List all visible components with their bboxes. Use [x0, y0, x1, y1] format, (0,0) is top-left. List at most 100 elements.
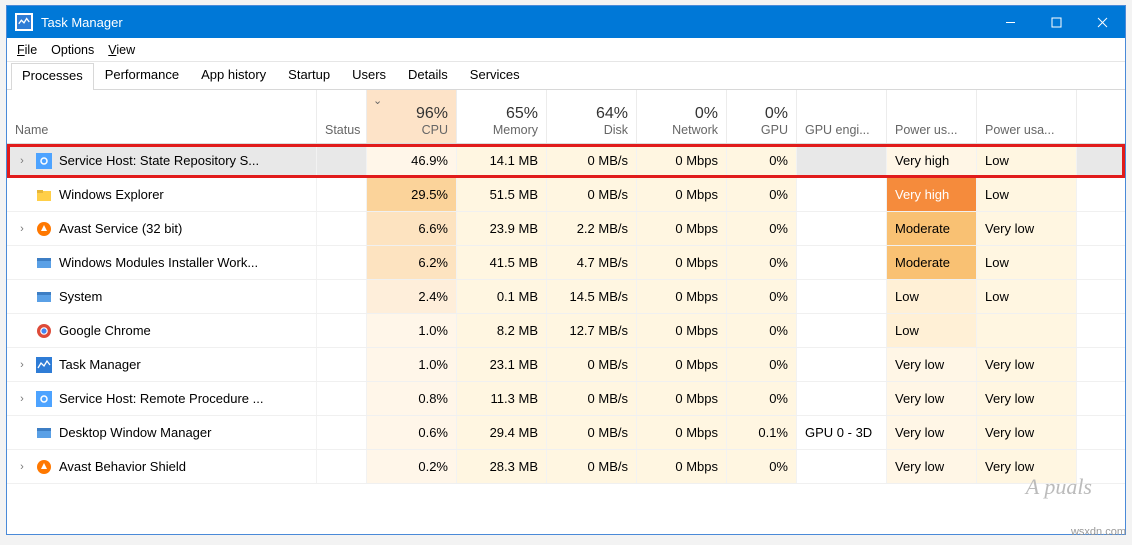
- header-status[interactable]: Status: [317, 90, 367, 143]
- process-grid: Name Status ⌄ 96% CPU 65%Memory 64%Disk …: [7, 90, 1125, 534]
- header-cpu[interactable]: ⌄ 96% CPU: [367, 90, 457, 143]
- cell-cpu: 1.0%: [367, 348, 457, 381]
- cell-gpu-engine: [797, 212, 887, 245]
- close-button[interactable]: [1079, 6, 1125, 38]
- cell-gpu: 0%: [727, 314, 797, 347]
- cell-cpu: 0.8%: [367, 382, 457, 415]
- cell-status: [317, 348, 367, 381]
- cell-power-usage: Low: [887, 280, 977, 313]
- table-row[interactable]: System2.4%0.1 MB14.5 MB/s0 Mbps0%LowLow: [7, 280, 1125, 314]
- table-row[interactable]: Windows Modules Installer Work...6.2%41.…: [7, 246, 1125, 280]
- cell-power-usage: Very low: [887, 450, 977, 483]
- cell-gpu-engine: [797, 450, 887, 483]
- process-rows[interactable]: ›Service Host: State Repository S...46.9…: [7, 144, 1125, 534]
- cell-power-usage: Moderate: [887, 246, 977, 279]
- titlebar[interactable]: Task Manager: [7, 6, 1125, 38]
- cell-memory: 29.4 MB: [457, 416, 547, 449]
- cell-status: [317, 314, 367, 347]
- cell-gpu: 0%: [727, 382, 797, 415]
- cell-power-usage: Moderate: [887, 212, 977, 245]
- process-icon: [35, 152, 53, 170]
- header-gpu[interactable]: 0%GPU: [727, 90, 797, 143]
- cell-power-trend: Very low: [977, 450, 1077, 483]
- sort-indicator-icon: ⌄: [373, 94, 382, 107]
- cell-gpu: 0%: [727, 212, 797, 245]
- cell-status: [317, 178, 367, 211]
- process-icon: [35, 356, 53, 374]
- cell-disk: 14.5 MB/s: [547, 280, 637, 313]
- cell-gpu: 0%: [727, 348, 797, 381]
- table-row[interactable]: Google Chrome1.0%8.2 MB12.7 MB/s0 Mbps0%…: [7, 314, 1125, 348]
- menu-file[interactable]: File: [17, 43, 37, 57]
- expand-icon[interactable]: ›: [15, 223, 29, 235]
- expand-icon[interactable]: ›: [15, 393, 29, 405]
- tab-app-history[interactable]: App history: [190, 62, 277, 89]
- header-disk[interactable]: 64%Disk: [547, 90, 637, 143]
- process-name: Task Manager: [59, 357, 141, 372]
- process-name: Windows Explorer: [59, 187, 164, 202]
- cell-gpu-engine: [797, 144, 887, 177]
- expand-icon[interactable]: ›: [15, 359, 29, 371]
- cell-memory: 23.1 MB: [457, 348, 547, 381]
- cell-name: Google Chrome: [7, 314, 317, 347]
- cell-gpu-engine: [797, 314, 887, 347]
- window-controls: [987, 6, 1125, 38]
- cell-power-trend: Very low: [977, 212, 1077, 245]
- cell-power-trend: Very low: [977, 348, 1077, 381]
- process-name: Service Host: State Repository S...: [59, 153, 259, 168]
- header-power-usage[interactable]: Power us...: [887, 90, 977, 143]
- table-row[interactable]: ›Service Host: State Repository S...46.9…: [7, 144, 1125, 178]
- cell-network: 0 Mbps: [637, 348, 727, 381]
- header-name[interactable]: Name: [7, 90, 317, 143]
- cell-disk: 12.7 MB/s: [547, 314, 637, 347]
- expand-icon[interactable]: ›: [15, 461, 29, 473]
- cell-status: [317, 246, 367, 279]
- cell-cpu: 6.6%: [367, 212, 457, 245]
- tab-services[interactable]: Services: [459, 62, 531, 89]
- cell-memory: 41.5 MB: [457, 246, 547, 279]
- cell-gpu: 0%: [727, 246, 797, 279]
- cell-name: Windows Modules Installer Work...: [7, 246, 317, 279]
- tab-details[interactable]: Details: [397, 62, 459, 89]
- header-power-usage-trend[interactable]: Power usa...: [977, 90, 1077, 143]
- cell-power-trend: Very low: [977, 416, 1077, 449]
- cell-memory: 11.3 MB: [457, 382, 547, 415]
- cell-cpu: 29.5%: [367, 178, 457, 211]
- process-icon: [35, 220, 53, 238]
- cell-gpu-engine: [797, 178, 887, 211]
- table-row[interactable]: Windows Explorer29.5%51.5 MB0 MB/s0 Mbps…: [7, 178, 1125, 212]
- tab-startup[interactable]: Startup: [277, 62, 341, 89]
- header-memory[interactable]: 65%Memory: [457, 90, 547, 143]
- cell-memory: 28.3 MB: [457, 450, 547, 483]
- cell-name: System: [7, 280, 317, 313]
- cell-disk: 0 MB/s: [547, 416, 637, 449]
- cell-network: 0 Mbps: [637, 314, 727, 347]
- cell-power-trend: Low: [977, 144, 1077, 177]
- header-gpu-engine[interactable]: GPU engi...: [797, 90, 887, 143]
- minimize-button[interactable]: [987, 6, 1033, 38]
- tab-processes[interactable]: Processes: [11, 63, 94, 90]
- expand-icon[interactable]: ›: [15, 155, 29, 167]
- cell-name: ›Service Host: Remote Procedure ...: [7, 382, 317, 415]
- cell-status: [317, 280, 367, 313]
- process-name: Google Chrome: [59, 323, 151, 338]
- menu-options[interactable]: Options: [51, 43, 94, 57]
- maximize-button[interactable]: [1033, 6, 1079, 38]
- table-row[interactable]: ›Avast Behavior Shield0.2%28.3 MB0 MB/s0…: [7, 450, 1125, 484]
- cell-gpu-engine: [797, 246, 887, 279]
- menu-view[interactable]: View: [108, 43, 135, 57]
- table-row[interactable]: ›Service Host: Remote Procedure ... 0.8%1…: [7, 382, 1125, 416]
- cell-memory: 51.5 MB: [457, 178, 547, 211]
- tab-users[interactable]: Users: [341, 62, 397, 89]
- cell-power-usage: Very high: [887, 178, 977, 211]
- cell-network: 0 Mbps: [637, 280, 727, 313]
- column-headers: Name Status ⌄ 96% CPU 65%Memory 64%Disk …: [7, 90, 1125, 144]
- cell-status: [317, 416, 367, 449]
- cell-power-usage: Very low: [887, 382, 977, 415]
- header-network[interactable]: 0%Network: [637, 90, 727, 143]
- table-row[interactable]: ›Avast Service (32 bit)6.6%23.9 MB2.2 MB…: [7, 212, 1125, 246]
- process-icon: [35, 288, 53, 306]
- table-row[interactable]: Desktop Window Manager0.6%29.4 MB0 MB/s0…: [7, 416, 1125, 450]
- tab-performance[interactable]: Performance: [94, 62, 190, 89]
- table-row[interactable]: ›Task Manager1.0%23.1 MB0 MB/s0 Mbps0%Ve…: [7, 348, 1125, 382]
